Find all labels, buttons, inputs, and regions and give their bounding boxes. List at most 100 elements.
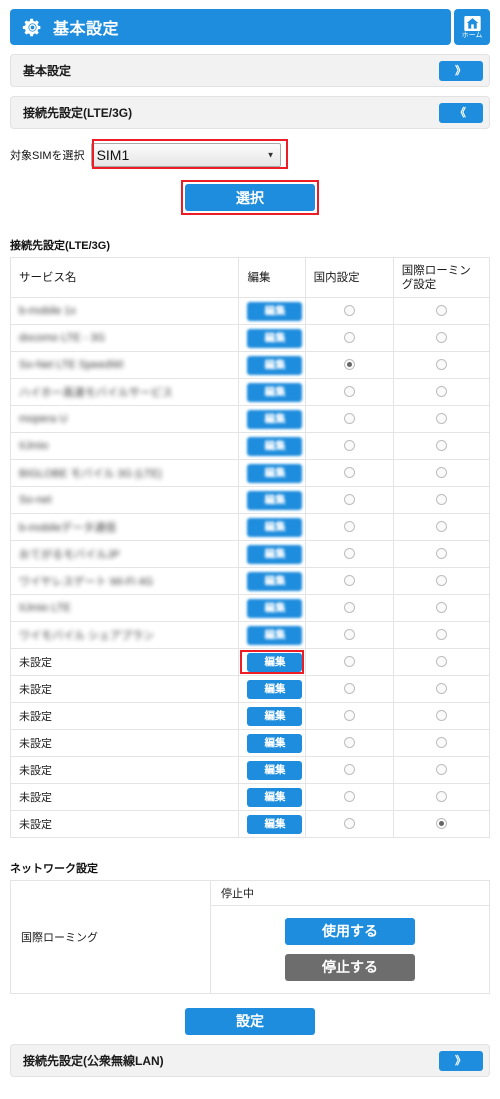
roaming-radio[interactable] <box>435 332 447 344</box>
edit-button[interactable]: 編集 <box>247 410 303 429</box>
apn-table-head: サービス名 編集 国内設定 国際ローミング設定 <box>9 257 491 298</box>
edit-button[interactable]: 編集 <box>247 356 303 375</box>
roaming-radio[interactable] <box>435 737 447 749</box>
service-name-cell: 未設定 <box>9 675 240 703</box>
roaming-radio-cell <box>392 648 491 676</box>
roaming-radio[interactable] <box>435 413 447 425</box>
domestic-radio[interactable] <box>343 413 355 425</box>
edit-button[interactable]: 編集 <box>247 329 303 348</box>
apply-settings-button[interactable]: 設定 <box>185 1008 315 1035</box>
roaming-radio-cell <box>392 621 491 649</box>
home-button[interactable]: ホーム <box>454 9 490 45</box>
roaming-radio[interactable] <box>435 602 447 614</box>
edit-cell: 編集 <box>238 594 306 622</box>
domestic-radio-cell <box>304 486 394 514</box>
edit-button[interactable]: 編集 <box>247 599 303 618</box>
roaming-radio[interactable] <box>435 656 447 668</box>
select-button[interactable]: 選択 <box>185 184 315 211</box>
apply-button-row: 設定 <box>10 1008 490 1035</box>
domestic-radio-cell <box>304 513 394 541</box>
edit-button[interactable]: 編集 <box>247 707 303 726</box>
roaming-radio[interactable] <box>435 386 447 398</box>
domestic-radio[interactable] <box>343 332 355 344</box>
roaming-radio-cell <box>392 486 491 514</box>
network-actions-cell: 使用する 停止する <box>210 905 490 994</box>
gear-icon <box>22 17 43 38</box>
edit-button[interactable]: 編集 <box>247 680 303 699</box>
edit-cell: 編集 <box>238 567 306 595</box>
home-icon <box>463 16 481 31</box>
edit-button[interactable]: 編集 <box>247 572 303 591</box>
edit-button[interactable]: 編集 <box>247 491 303 510</box>
edit-button[interactable]: 編集 <box>247 437 303 456</box>
edit-button[interactable]: 編集 <box>247 761 303 780</box>
edit-button[interactable]: 編集 <box>247 302 303 321</box>
roaming-radio[interactable] <box>435 359 447 371</box>
domestic-radio[interactable] <box>343 305 355 317</box>
domestic-radio[interactable] <box>343 575 355 587</box>
roaming-radio[interactable] <box>435 710 447 722</box>
enable-roaming-button[interactable]: 使用する <box>285 918 415 945</box>
roaming-radio[interactable] <box>435 818 447 830</box>
edit-button[interactable]: 編集 <box>247 464 303 483</box>
domestic-radio[interactable] <box>343 359 355 371</box>
roaming-radio[interactable] <box>435 764 447 776</box>
roaming-radio-cell <box>392 378 491 406</box>
apn-table-row: おてがるモバイルJP 編集 <box>9 540 491 568</box>
domestic-radio[interactable] <box>343 386 355 398</box>
domestic-radio[interactable] <box>343 494 355 506</box>
domestic-radio[interactable] <box>343 656 355 668</box>
domestic-radio[interactable] <box>343 602 355 614</box>
chevron-right-icon[interactable]: 》 <box>439 60 483 81</box>
domestic-radio[interactable] <box>343 791 355 803</box>
chevron-left-icon[interactable]: 《 <box>439 102 483 123</box>
domestic-radio[interactable] <box>343 440 355 452</box>
network-status-row: 国際ローミング 停止中 <box>10 880 490 994</box>
roaming-radio[interactable] <box>435 791 447 803</box>
home-button-label: ホーム <box>461 32 483 39</box>
edit-cell: 編集 <box>238 783 306 811</box>
edit-button[interactable]: 編集 <box>247 518 303 537</box>
roaming-radio[interactable] <box>435 494 447 506</box>
roaming-radio[interactable] <box>435 440 447 452</box>
domestic-radio[interactable] <box>343 521 355 533</box>
roaming-radio[interactable] <box>435 683 447 695</box>
edit-button[interactable]: 編集 <box>247 734 303 753</box>
accordion-apn-lte3g[interactable]: 接続先設定(LTE/3G) 《 <box>10 96 490 129</box>
roaming-radio[interactable] <box>435 305 447 317</box>
domestic-radio[interactable] <box>343 629 355 641</box>
edit-button[interactable]: 編集 <box>247 626 303 645</box>
sim-select-label: 対象SIMを選択 <box>10 150 85 162</box>
domestic-radio[interactable] <box>343 548 355 560</box>
disable-roaming-button[interactable]: 停止する <box>285 954 415 981</box>
edit-button[interactable]: 編集 <box>247 383 303 402</box>
roaming-radio[interactable] <box>435 575 447 587</box>
domestic-radio[interactable] <box>343 737 355 749</box>
apn-table-row: 未設定 編集 <box>9 729 491 757</box>
apn-table-row: mopera U 編集 <box>9 405 491 433</box>
domestic-radio[interactable] <box>343 818 355 830</box>
edit-button[interactable]: 編集 <box>247 788 303 807</box>
page-title: 基本設定 <box>53 21 120 38</box>
sim-select-input[interactable]: SIM1 <box>90 143 281 167</box>
edit-button[interactable]: 編集 <box>247 815 303 834</box>
domestic-radio[interactable] <box>343 683 355 695</box>
roaming-radio[interactable] <box>435 467 447 479</box>
roaming-radio-cell <box>392 810 491 838</box>
service-name-cell: 未設定 <box>9 648 240 676</box>
roaming-radio[interactable] <box>435 521 447 533</box>
chevron-right-icon[interactable]: 》 <box>439 1050 483 1071</box>
edit-button[interactable]: 編集 <box>247 545 303 564</box>
domestic-radio[interactable] <box>343 467 355 479</box>
accordion-basic-settings[interactable]: 基本設定 》 <box>10 54 490 87</box>
roaming-radio[interactable] <box>435 548 447 560</box>
service-name-cell: ワイモバイル シェアプラン <box>9 621 240 649</box>
service-name-cell: b-mobile 1x <box>9 297 240 325</box>
edit-cell: 編集 <box>238 675 306 703</box>
edit-button[interactable]: 編集 <box>247 653 303 672</box>
apn-table-row: docomo LTE - 3G 編集 <box>9 324 491 352</box>
accordion-apn-public-wlan[interactable]: 接続先設定(公衆無線LAN) 》 <box>10 1044 490 1077</box>
domestic-radio[interactable] <box>343 710 355 722</box>
domestic-radio[interactable] <box>343 764 355 776</box>
roaming-radio[interactable] <box>435 629 447 641</box>
